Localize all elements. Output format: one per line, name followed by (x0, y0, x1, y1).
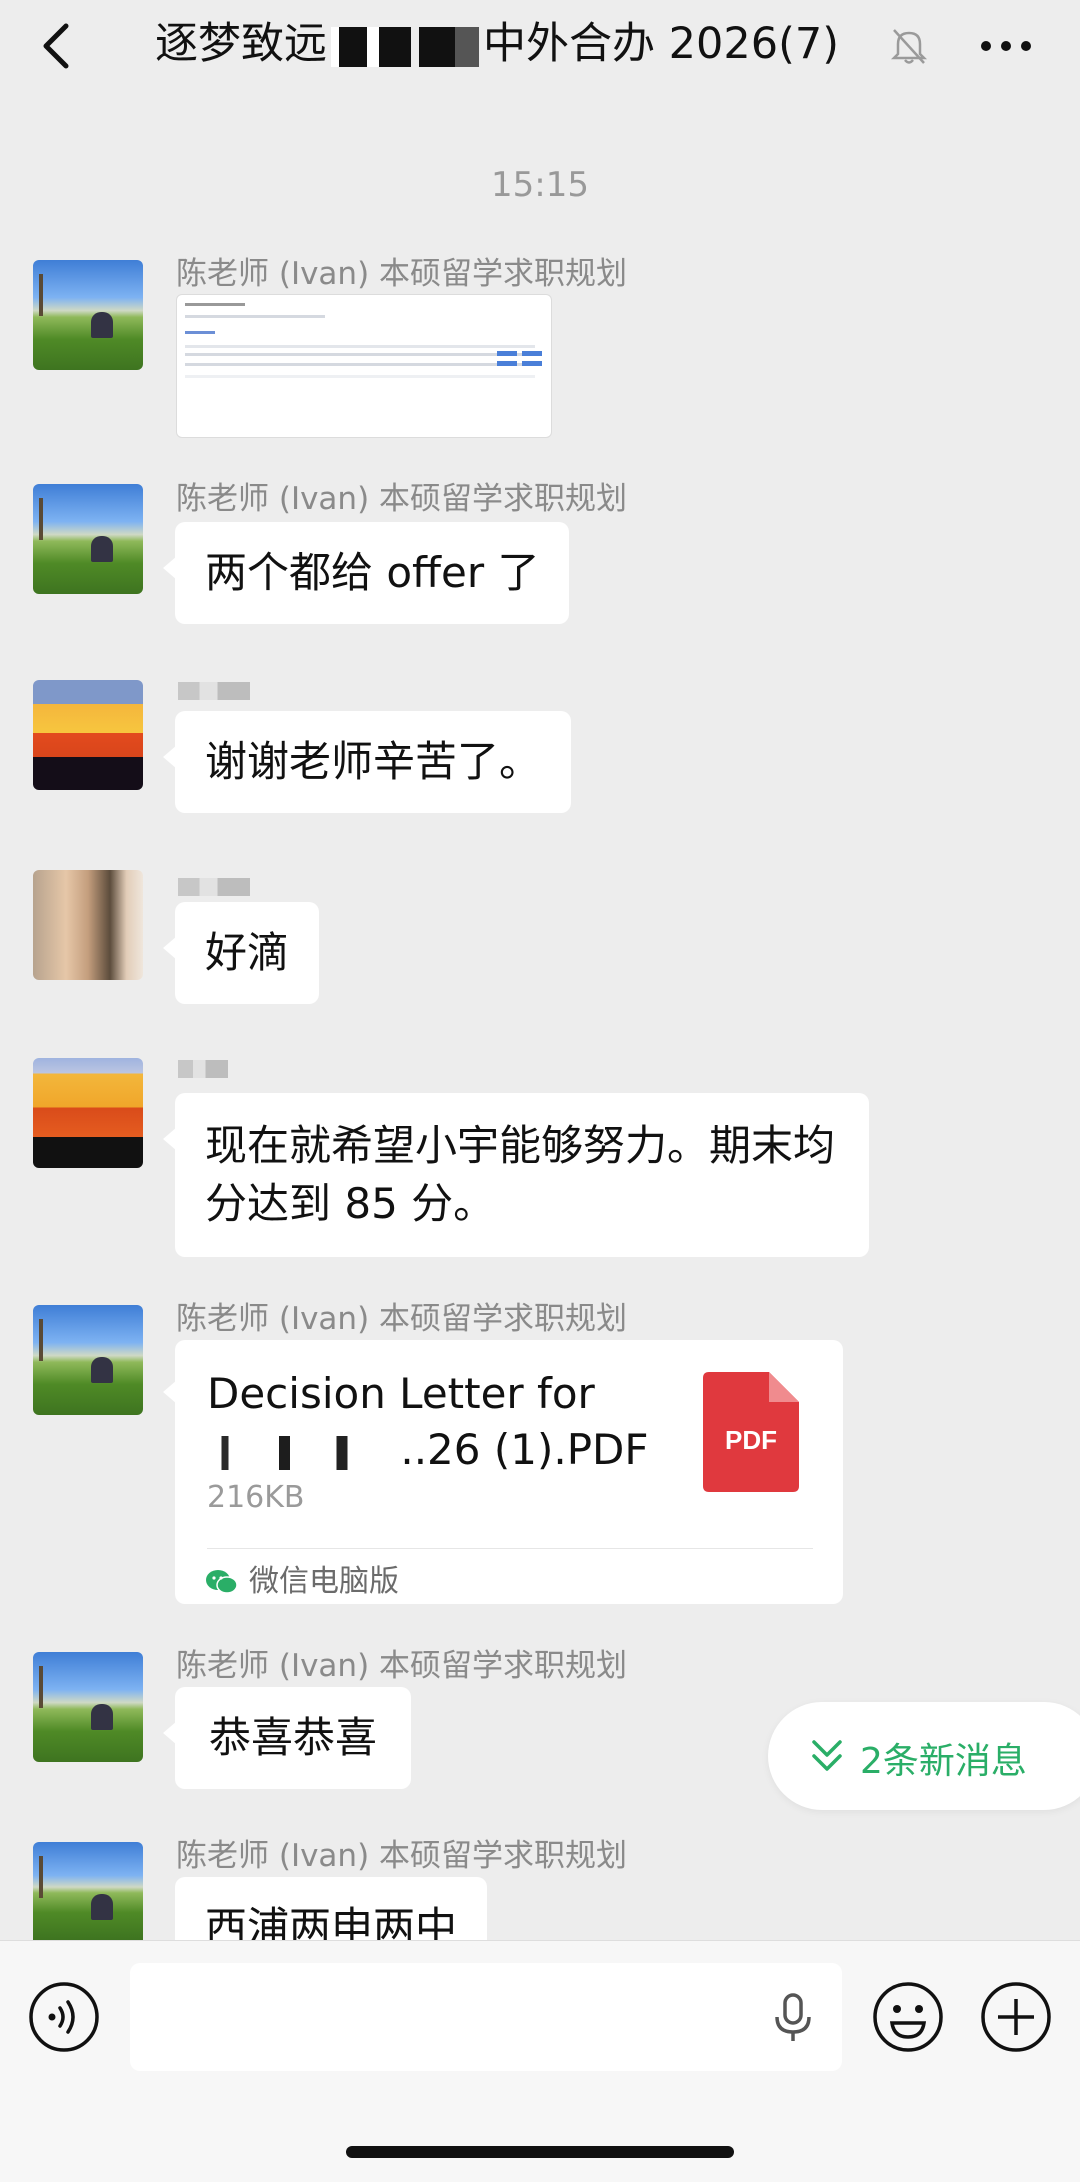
message-text: 恭喜恭喜 (209, 1713, 378, 1762)
message-bubble[interactable]: 好滴 (162, 902, 320, 1004)
file-name-line: Decision Letter for (207, 1369, 595, 1418)
sender-name: 陈老师 (Ivan) 本硕留学求职规划 (176, 1301, 628, 1337)
file-source: 微信电脑版 (249, 1564, 399, 1599)
file-divider (207, 1548, 813, 1549)
more-options-icon[interactable] (978, 38, 1034, 54)
sender-name: 陈老师 (Ivan) 本硕留学求职规划 (176, 256, 628, 292)
message-input[interactable] (130, 1963, 842, 2071)
avatar[interactable] (33, 1058, 143, 1168)
redacted-name (419, 26, 479, 67)
message-bubble[interactable]: 谢谢老师辛苦了。 (162, 711, 572, 813)
redacted-name (331, 26, 411, 67)
message-bubble[interactable]: 现在就希望小宇能够努力。期末均 分达到 85 分。 (162, 1093, 870, 1257)
plus-icon[interactable] (980, 1981, 1052, 2053)
message-text: 谢谢老师辛苦了。 (205, 737, 542, 786)
avatar[interactable] (33, 260, 143, 370)
sender-name: 陈老师 (Ivan) 本硕留学求职规划 (176, 481, 628, 517)
message-bubble[interactable]: 恭喜恭喜 (162, 1687, 412, 1789)
message-text-line: 现在就希望小宇能够努力。期末均 (205, 1121, 836, 1170)
file-name-line: ..26 (1).PDF (207, 1422, 649, 1478)
avatar[interactable] (33, 870, 143, 980)
file-name-suffix: ..26 (1).PDF (400, 1425, 649, 1474)
sender-name: 陈老师 (Ivan) 本硕留学求职规划 (176, 1648, 628, 1684)
message-text: 两个都给 offer 了 (205, 548, 540, 597)
file-name: Decision Letter for ..26 (1).PDF (207, 1366, 649, 1478)
file-size: 216KB (207, 1480, 305, 1515)
file-message[interactable]: Decision Letter for ..26 (1).PDF 216KB P… (163, 1340, 843, 1604)
avatar[interactable] (33, 1305, 143, 1415)
avatar[interactable] (33, 1652, 143, 1762)
sender-name-redacted (178, 682, 250, 700)
new-messages-label: 2条新消息 (860, 1741, 1027, 1782)
avatar[interactable] (33, 680, 143, 790)
avatar[interactable] (33, 484, 143, 594)
redacted-filename (207, 1435, 387, 1470)
input-bar (0, 1940, 1080, 2182)
new-messages-button[interactable]: 2条新消息 (768, 1702, 1080, 1810)
pdf-file-icon: PDF (703, 1372, 799, 1492)
chat-title: 逐梦致远 中外合办 2026(7) (155, 16, 839, 72)
voice-input-icon[interactable] (28, 1981, 100, 2053)
sender-name: 陈老师 (Ivan) 本硕留学求职规划 (176, 1838, 628, 1874)
chat-title-prefix: 逐梦致远 (155, 19, 327, 69)
sender-name-redacted (178, 1060, 228, 1078)
message-bubble[interactable]: 两个都给 offer 了 (162, 522, 570, 624)
double-chevron-down-icon (812, 1740, 842, 1771)
sender-name-redacted (178, 878, 250, 896)
chat-title-suffix: 中外合办 2026(7) (483, 19, 840, 69)
microphone-icon[interactable] (772, 1993, 814, 2043)
pdf-label: PDF (725, 1425, 777, 1455)
wechat-logo-icon (206, 1570, 238, 1594)
home-indicator (346, 2146, 734, 2158)
back-arrow-icon[interactable] (36, 20, 84, 72)
image-message[interactable] (176, 294, 552, 438)
message-text: 好滴 (205, 928, 290, 977)
emoji-icon[interactable] (872, 1981, 944, 2053)
chat-header: 逐梦致远 中外合办 2026(7) (0, 0, 1080, 96)
message-text-line: 分达到 85 分。 (205, 1179, 496, 1228)
avatar[interactable] (33, 1842, 143, 1940)
timestamp: 15:15 (491, 165, 589, 205)
muted-bell-icon (890, 29, 928, 64)
